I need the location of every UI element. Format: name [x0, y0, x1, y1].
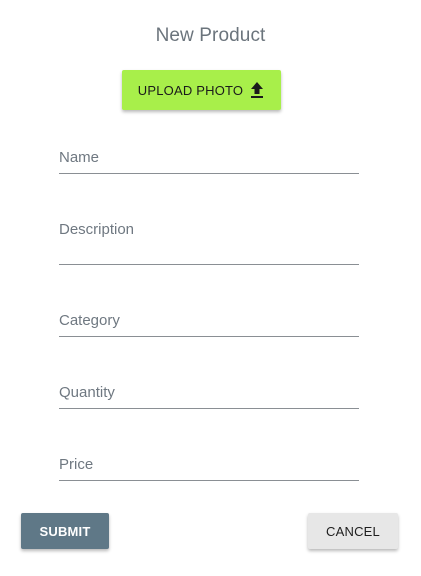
quantity-field: Quantity: [59, 384, 359, 410]
upload-icon: [249, 81, 265, 99]
description-underline: [59, 264, 359, 265]
description-input[interactable]: [59, 221, 359, 261]
submit-button[interactable]: SUBMIT: [21, 513, 109, 549]
name-field: Name: [59, 149, 359, 175]
price-field: Price: [59, 456, 359, 482]
description-field: Description: [59, 221, 359, 267]
upload-photo-button[interactable]: UPLOAD PHOTO: [122, 70, 281, 110]
price-underline: [59, 480, 359, 481]
name-input[interactable]: [59, 149, 359, 171]
cancel-button[interactable]: CANCEL: [308, 513, 398, 549]
category-field: Category: [59, 312, 359, 338]
quantity-input[interactable]: [59, 384, 359, 406]
dialog-title: New Product: [155, 25, 266, 46]
price-input[interactable]: [59, 456, 359, 478]
quantity-underline: [59, 408, 359, 409]
category-underline: [59, 336, 359, 337]
new-product-dialog: New Product UPLOAD PHOTO Name Descriptio…: [0, 0, 421, 576]
name-underline: [59, 173, 359, 174]
category-input[interactable]: [59, 312, 359, 334]
upload-photo-label: UPLOAD PHOTO: [137, 82, 244, 98]
